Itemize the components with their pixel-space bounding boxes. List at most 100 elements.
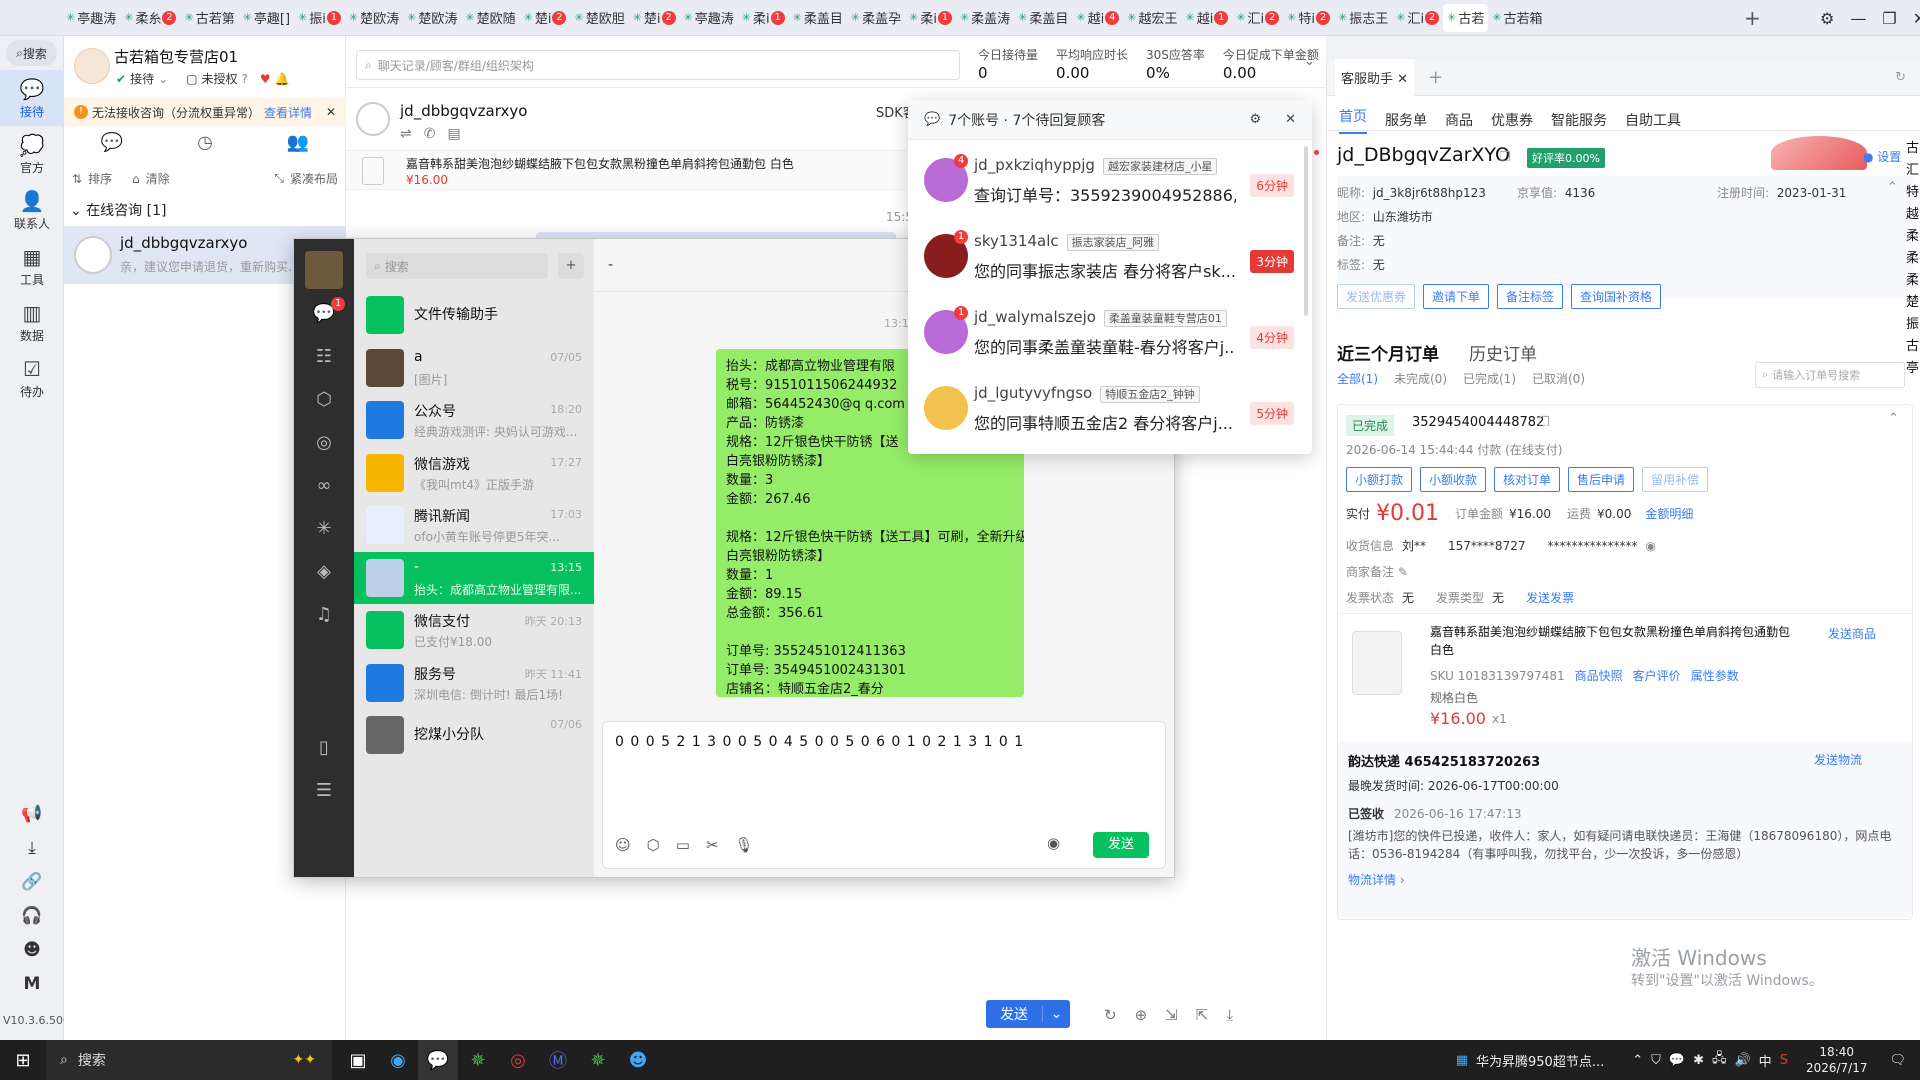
shop-tab[interactable]: ✳ 楚欧胆 (570, 4, 628, 32)
order-action-button[interactable]: 小额收款 (1420, 467, 1487, 492)
order-filter[interactable]: 已取消(0) (1532, 370, 1585, 387)
shop-tab[interactable]: ✳ 柔盖涛 (956, 4, 1014, 32)
chats-icon[interactable]: 💬 1 (313, 297, 346, 324)
close-tab-icon[interactable]: ✕ (1397, 72, 1408, 87)
customer-action-button[interactable]: 备注标签 (1497, 284, 1564, 309)
add-tab-icon[interactable]: + (1744, 6, 1761, 30)
chat-list-item[interactable]: 服务号 深圳电信: 倒计时! 最后1场! 昨天 11:41 (354, 657, 594, 709)
wechat-search-input[interactable]: ⌕ 搜索 (366, 253, 548, 279)
shop-tab[interactable]: ✳ 汇i 2 (1392, 4, 1443, 32)
shop-tab[interactable]: ✳ 古若第 (180, 4, 238, 32)
shop-tab[interactable]: ✳ 楚欧涛 (345, 4, 403, 32)
shop-tab[interactable]: ✳ 亭趣涛 (62, 4, 120, 32)
shop-tab[interactable]: ✳ 亭趣[] (239, 4, 294, 32)
task-view-icon[interactable]: ▣ (338, 1040, 378, 1080)
shrink-icon[interactable]: ⇲ (1165, 1006, 1178, 1024)
shop-tab[interactable]: ✳ 特i 2 (1283, 4, 1334, 32)
shop-tab[interactable]: ✳ 楚i 2 (520, 4, 571, 32)
headset-icon[interactable]: 🎧 (21, 906, 42, 926)
settings-icon[interactable]: ⚙ (1820, 9, 1834, 28)
app-chat-icon[interactable]: ☻ (618, 1040, 658, 1080)
add-chat-icon[interactable]: + (558, 253, 584, 279)
chat-list-item[interactable]: 挖煤小分队 07/06 (354, 709, 594, 761)
windows-start-icon[interactable]: ⊞ (0, 1040, 46, 1080)
order-filter[interactable]: 已完成(1) (1463, 370, 1516, 387)
chat-list-item[interactable]: 微信支付 已支付¥18.00 昨天 20:13 (354, 604, 594, 656)
group-tab-icon[interactable]: 👥 (287, 132, 309, 164)
shop-tab[interactable]: ✳ 柔盖孕 (847, 4, 905, 32)
bot-icon[interactable]: ☻ (23, 940, 41, 960)
shop-tab[interactable]: ✳ 古若 (1443, 3, 1489, 32)
rail-item[interactable]: ▦ 工具 (0, 238, 64, 294)
order-filter[interactable]: 未完成(0) (1394, 370, 1447, 387)
rail-item[interactable]: 💭 官方 (0, 126, 64, 182)
minimize-icon[interactable]: — (1850, 9, 1866, 28)
customer-action-button[interactable]: 查询国补资格 (1571, 284, 1662, 309)
shop-tab[interactable]: ✳ 楚欧涛 (403, 4, 461, 32)
merchant-note[interactable]: 商家备注 ✎ (1346, 563, 1408, 580)
send-logistics-link[interactable]: 发送物流 (1814, 751, 1862, 768)
note-icon[interactable]: ▤ (447, 126, 460, 142)
message-input[interactable]: 0 0 0 5 2 1 3 0 0 5 0 4 5 0 0 5 0 6 0 1 … (602, 721, 1166, 869)
rail-item[interactable]: 💬 接待 (0, 70, 64, 126)
rail-item[interactable]: ☑ 待办 (0, 350, 64, 406)
refresh-icon[interactable]: ↻ (1104, 1006, 1117, 1024)
chevron-up-icon[interactable]: ⌃ (1888, 411, 1899, 426)
order-action-button[interactable]: 核对订单 (1494, 467, 1561, 492)
customer-action-button[interactable]: 发送优惠券 (1337, 284, 1416, 309)
sort-button[interactable]: 排序 (88, 170, 112, 187)
sogou-icon[interactable]: S (1780, 1053, 1788, 1068)
eye-icon[interactable]: ◉ (1645, 539, 1655, 553)
folder-icon[interactable]: ▭ (676, 836, 690, 854)
nav-tab[interactable]: 智能服务 (1551, 110, 1607, 130)
voice-call-icon[interactable]: ◉ (1047, 834, 1060, 852)
phone-icon[interactable]: ▯ (319, 737, 329, 758)
reception-status[interactable]: 接待 (130, 70, 154, 87)
channels-icon[interactable]: ∞ (317, 475, 332, 496)
wechat-icon[interactable]: 💬 (418, 1040, 458, 1080)
chat-list-item[interactable]: 微信游戏 《我叫mt4》正版手游 17:27 (354, 447, 594, 499)
box-icon[interactable]: ⬡ (647, 836, 660, 854)
sku-link[interactable]: 属性参数 (1691, 667, 1739, 684)
customer-action-button[interactable]: 邀请下单 (1423, 284, 1490, 309)
app-red-icon[interactable]: ◎ (498, 1040, 538, 1080)
shop-tab[interactable]: ✳ 越i 4 (1072, 4, 1123, 32)
shop-tab[interactable]: ✳ 越i 1 (1181, 4, 1232, 32)
shop-tab[interactable]: ✳ 楚欧随 (461, 4, 519, 32)
rail-item[interactable]: ▥ 数据 (0, 294, 64, 350)
orders-title[interactable]: 近三个月订单 (1337, 340, 1439, 365)
emoji-icon[interactable]: ☺ (615, 836, 631, 854)
chat-search-input[interactable]: ⌕ 聊天记录/顾客/群组/组织架构 (356, 50, 960, 80)
online-group[interactable]: ⌄ 在线咨询 [1] (70, 200, 166, 220)
chat-list-item[interactable]: 文件传输助手 (354, 289, 594, 341)
search-feature-icon[interactable]: ✳ (316, 518, 331, 539)
sku-link[interactable]: 客户评价 (1633, 667, 1681, 684)
order-search-input[interactable]: ⌕ 请输入订单号搜索 (1755, 362, 1905, 388)
shop-tab[interactable]: ✳ 柔i 1 (905, 4, 956, 32)
taskbar-search[interactable]: ⌕ 搜索 ✦✦ (46, 1040, 332, 1080)
clear-button[interactable]: 清除 (146, 170, 170, 187)
history-tab-icon[interactable]: ◷ (197, 132, 213, 164)
app-m-icon[interactable]: Ⓜ (538, 1040, 578, 1080)
maximize-icon[interactable]: ❐ (1882, 9, 1896, 28)
pending-customer-row[interactable]: 4 jd_pxkziqhyppjg 越宏家装建材店_小星 查询订单号：35592390… (908, 144, 1312, 220)
chat-list-item[interactable]: 公众号 经典游戏测评: 央妈认可游戏... 18:20 (354, 394, 594, 446)
copy-icon[interactable]: ❐ (1538, 415, 1550, 430)
chat-tab-icon[interactable]: 💬 (101, 132, 123, 164)
megaphone-icon[interactable]: 📢 (21, 804, 42, 824)
menu-icon[interactable]: ☰ (316, 780, 332, 801)
chat-list-item[interactable]: a [图片] 07/05 (354, 342, 594, 394)
shop-tab[interactable]: ✳ 亭趣涛 (680, 4, 738, 32)
close-icon[interactable]: ✕ (1913, 9, 1920, 28)
network-icon[interactable]: 🖧 (1712, 1049, 1727, 1071)
user-avatar[interactable] (305, 251, 343, 289)
pending-customer-row[interactable]: 1 jd_walymalszejo 柔盖童装童鞋专营店01 您的同事柔盖童装童鞋-春分… (908, 296, 1312, 372)
download-icon[interactable]: ⤓ (28, 838, 36, 858)
amount-detail-link[interactable]: 金额明细 (1645, 505, 1693, 522)
chat-list-item[interactable]: 腾讯新闻 ofo小黄车账号停更5年突... 17:03 (354, 499, 594, 551)
copy-icon[interactable]: ❐ (1499, 150, 1511, 165)
rail-search-button[interactable]: ⌕ 搜索 (6, 40, 57, 66)
favorites-icon[interactable]: ⬡ (316, 389, 332, 410)
compact-layout-button[interactable]: 紧凑布局 (290, 170, 338, 187)
order-action-button[interactable]: 售后申请 (1568, 467, 1635, 492)
